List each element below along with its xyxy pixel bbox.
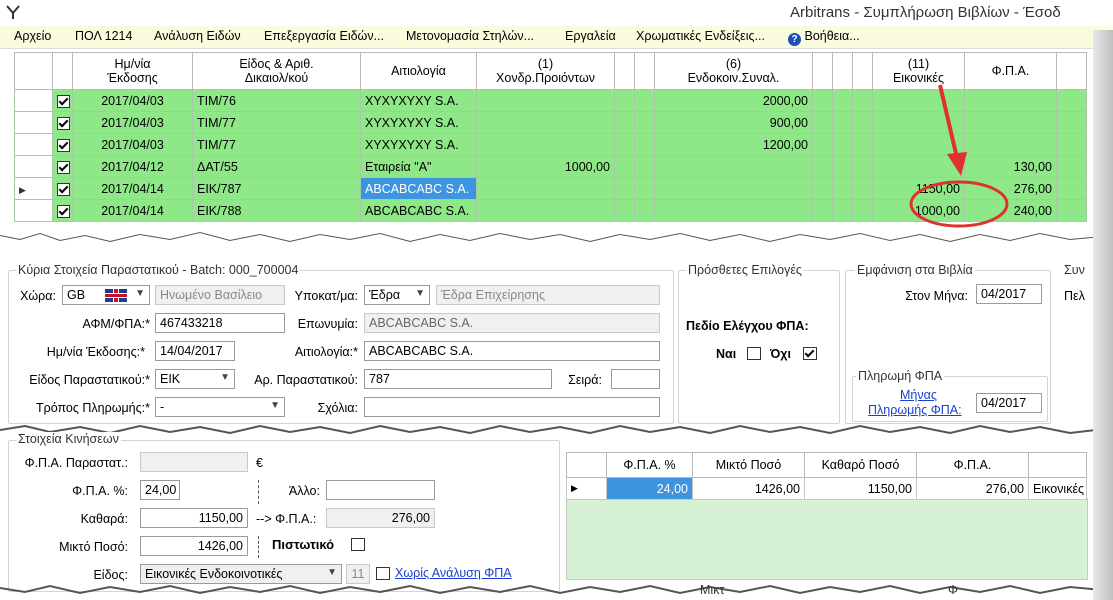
credit-checkbox[interactable] [351,538,365,551]
doc-vat-field [140,452,248,472]
branch-name-field: Έδρα Επιχείρησης [436,285,660,305]
vat-grid-cell-rate[interactable]: 24,00 [606,477,693,500]
comments-input[interactable] [364,397,660,417]
net-label: Καθαρά: [80,512,128,526]
month-input[interactable]: 04/2017 [976,284,1042,304]
vat-grid-header-gross[interactable]: Μικτό Ποσό [692,452,805,478]
branch-select[interactable]: Έδρα ▼ [364,285,430,305]
torn-edge [0,231,1113,262]
annotation-arrow-line [938,84,959,159]
books-display-title: Εμφάνιση στα Βιβλία [855,263,975,277]
net-input[interactable]: 1150,00 [140,508,248,528]
chevron-down-icon: ▼ [135,288,145,299]
currency-label: € [256,456,263,470]
main-details-title: Κύρια Στοιχεία Παραστατικού - Batch: 000… [16,263,301,277]
vat-grid-row[interactable]: ▶ 24,00 1426,00 1150,00 276,00 Εικονικές [566,477,1087,500]
company-name-label: Επωνυμία: [297,317,358,331]
yes-label: Ναι [716,347,737,361]
reason-label: Αιτιολογία:* [294,345,358,359]
cut-label: Πελ [1064,289,1085,303]
cut-bottom-label-2: Φ [948,583,958,597]
uk-flag-icon [105,289,127,302]
payment-method-label: Τρόπος Πληρωμής:* [35,401,150,415]
chevron-down-icon: ▼ [270,400,280,411]
vat-grid-cell-gross[interactable]: 1426,00 [692,477,805,500]
vat-payment-title: Πληρωμή ΦΠΑ [856,369,945,383]
vat-grid-header-net[interactable]: Καθαρό Ποσό [804,452,917,478]
torn-edge-bottom [0,584,1113,595]
afm-input[interactable]: 467433218 [155,313,285,333]
row-indicator-icon: ▶ [566,477,607,500]
check-icon [804,347,815,358]
separator [258,480,259,504]
chevron-down-icon: ▼ [327,567,337,578]
no-checkbox[interactable] [803,347,817,360]
payment-method-select[interactable]: - ▼ [155,397,285,417]
cut-bottom-label-1: Μικτ [700,583,725,597]
vat-grid-cell-vat[interactable]: 276,00 [916,477,1029,500]
credit-label: Πιστωτικό [272,537,335,552]
torn-edge-middle [0,424,1113,435]
vat-grid-header-type[interactable] [1028,452,1087,478]
country-label: Χώρα: [20,289,56,303]
vat-grid-corner [566,452,607,478]
other-input[interactable] [326,480,435,500]
series-label: Σειρά: [568,373,602,387]
series-input[interactable] [611,369,660,389]
issue-date-input[interactable]: 14/04/2017 [155,341,235,361]
vat-grid-cell-net[interactable]: 1150,00 [804,477,917,500]
arrow-vat-field: 276,00 [326,508,435,528]
gross-label: Μικτό Ποσό: [59,540,128,554]
branch-label: Υποκατ/μα: [294,289,358,303]
doc-type-label: Είδος Παραστατικού:* [29,373,150,387]
doc-vat-label: Φ.Π.Α. Παραστατ.: [24,456,128,470]
month-label: Στον Μήνα: [905,289,968,303]
vat-grid-header-row: Φ.Π.Α. % Μικτό Ποσό Καθαρό Ποσό Φ.Π.Α. [566,452,1087,478]
vat-check-label: Πεδίο Ελέγχου ΦΠΑ: [686,319,809,333]
separator [258,536,259,558]
annotation-circle [909,180,1009,228]
yes-checkbox[interactable] [747,347,761,360]
gross-input[interactable]: 1426,00 [140,536,248,556]
vat-grid-header-rate[interactable]: Φ.Π.Α. % [606,452,693,478]
annotation-arrowhead [947,152,967,176]
issue-date-label: Ημ/νία Έκδοσης:* [46,345,145,359]
torn-right-edge [1093,30,1113,600]
afm-label: ΑΦΜ/ΦΠΑ:* [82,317,150,331]
chevron-down-icon: ▼ [415,288,425,299]
vat-payment-month-link-2[interactable]: Πληρωμής ΦΠΑ: [868,403,962,417]
extra-options-title: Πρόσθετες Επιλογές [686,263,804,277]
annotation-overlay [909,84,1009,228]
chevron-down-icon: ▼ [220,372,230,383]
vat-payment-month-link-1[interactable]: Μήνας [900,388,937,402]
doc-number-input[interactable]: 787 [364,369,552,389]
cut-section-title: Συν [1062,263,1087,277]
vat-grid-cell-type[interactable]: Εικονικές [1028,477,1087,500]
vat-breakdown-area [566,498,1088,580]
vat-percent-input[interactable]: 24,00 [140,480,180,500]
vat-breakdown-grid: Φ.Π.Α. % Μικτό Ποσό Καθαρό Ποσό Φ.Π.Α. ▶… [566,452,1087,500]
vat-grid-header-vat[interactable]: Φ.Π.Α. [916,452,1029,478]
movements-title: Στοιχεία Κινήσεων [16,432,121,446]
reason-input[interactable]: ABCABCABC S.A. [364,341,660,361]
no-label: Όχι [770,347,791,361]
country-name-field: Ηνωμένο Βασίλειο [155,285,285,305]
doc-type-select[interactable]: ΕΙΚ ▼ [155,369,235,389]
doc-number-label: Αρ. Παραστατικού: [254,373,358,387]
company-name-field: ABCABCABC S.A. [364,313,660,333]
vat-percent-label: Φ.Π.Α. %: [72,484,128,498]
comments-label: Σχόλια: [317,401,358,415]
arrow-vat-label: --> Φ.Π.Α.: [256,512,317,526]
country-select[interactable]: GB ▼ [62,285,150,305]
other-label: Άλλο: [288,484,320,498]
vat-payment-month-input[interactable]: 04/2017 [976,393,1042,413]
